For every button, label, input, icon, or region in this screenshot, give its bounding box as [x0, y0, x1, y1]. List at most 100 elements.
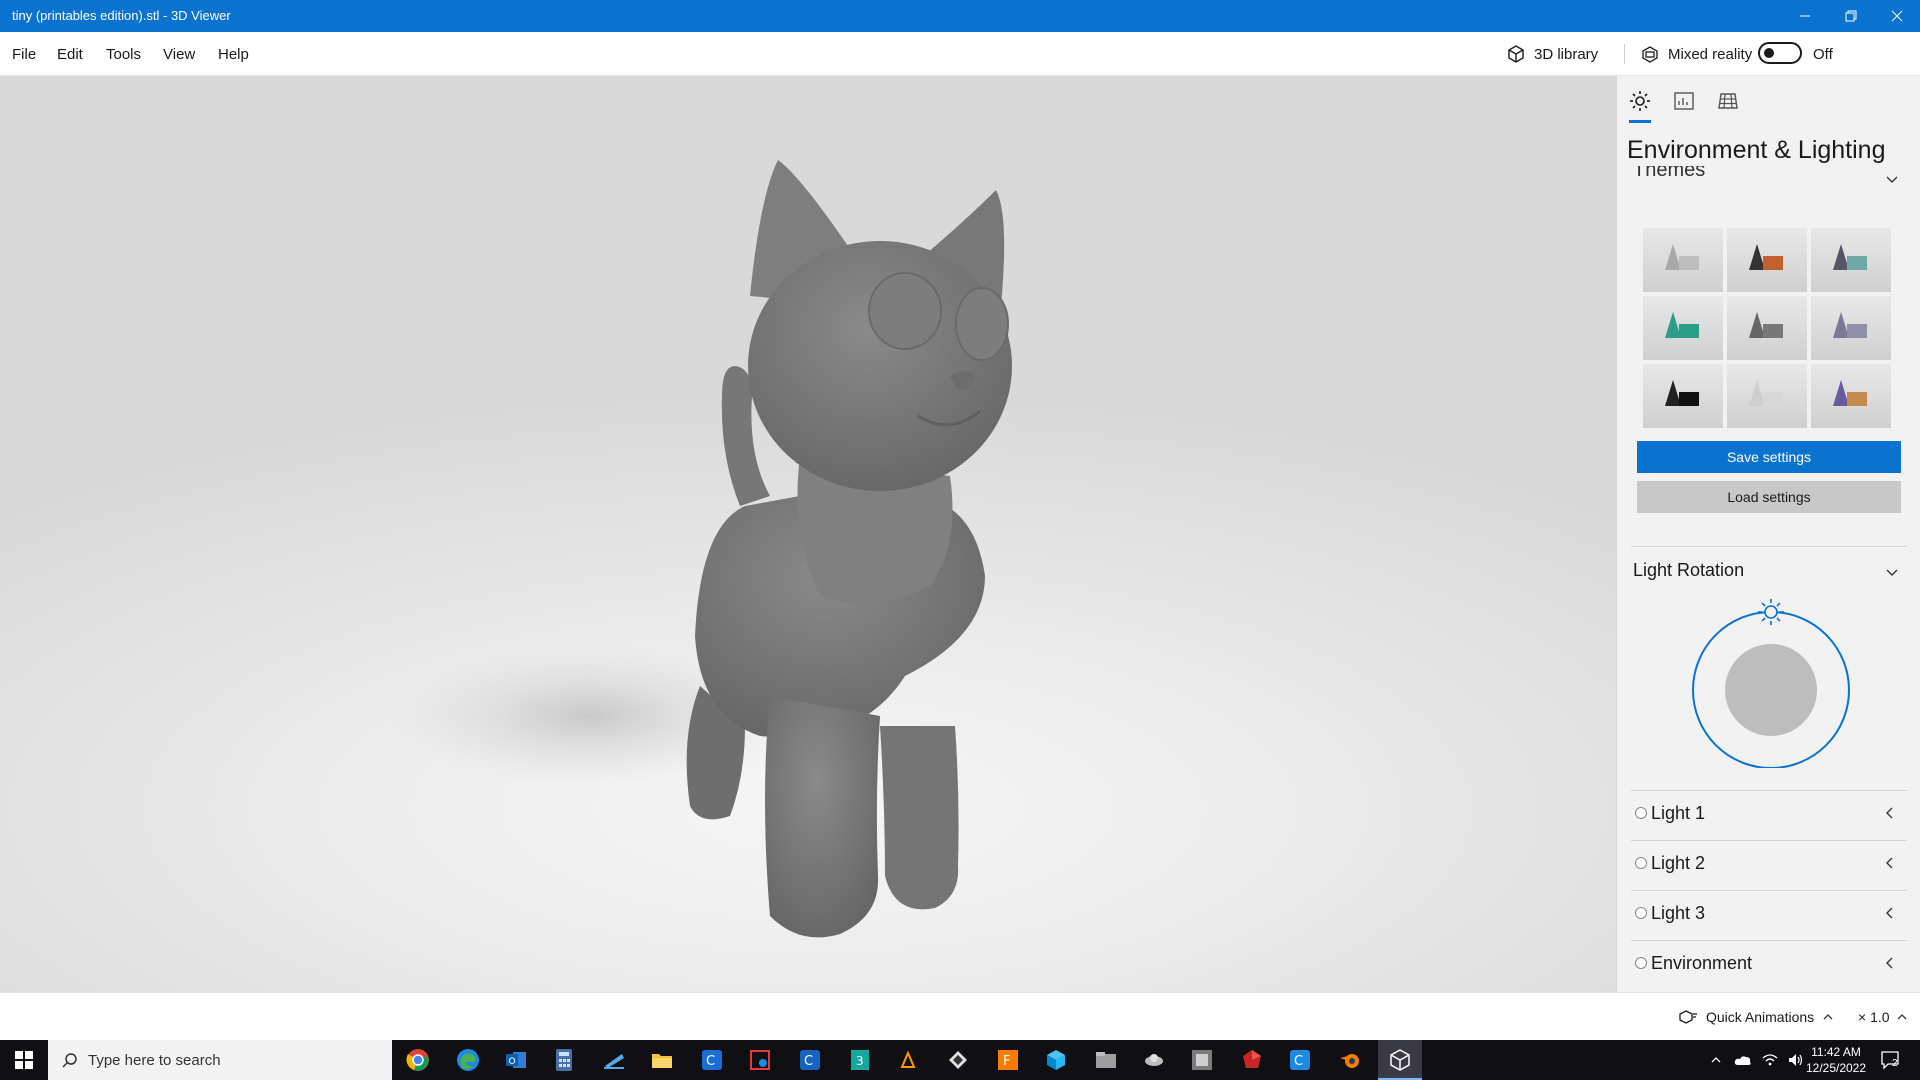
menu-tools[interactable]: Tools	[106, 46, 141, 63]
theme-option[interactable]	[1643, 364, 1723, 428]
mixed-reality-button[interactable]: Mixed reality	[1640, 42, 1752, 66]
light-1-label: Light 1	[1651, 803, 1706, 823]
cat-eye-left	[868, 272, 942, 350]
app-f-icon[interactable]: F	[994, 1046, 1022, 1074]
wifi-icon[interactable]	[1762, 1053, 1778, 1067]
3d-library-button[interactable]: 3D library	[1506, 42, 1598, 66]
light-1-radio[interactable]	[1635, 807, 1647, 819]
3d-library-label: 3D library	[1534, 45, 1599, 63]
onedrive-icon[interactable]	[1734, 1054, 1752, 1066]
minimize-button[interactable]	[1782, 0, 1828, 32]
themes-section-header[interactable]: Themes	[1633, 166, 1705, 180]
windows-logo-icon	[15, 1051, 33, 1069]
clock-time: 11:42 AM	[1811, 1045, 1861, 1059]
theme-option[interactable]	[1811, 364, 1891, 428]
app-diamond-icon[interactable]	[944, 1046, 972, 1074]
edge-icon[interactable]	[454, 1046, 482, 1074]
app-folder-icon[interactable]	[1092, 1046, 1120, 1074]
theme-preview-icon	[1833, 380, 1867, 406]
notification-center-button[interactable]: 2	[1880, 1040, 1902, 1080]
theme-option[interactable]	[1811, 228, 1891, 292]
theme-option[interactable]	[1811, 296, 1891, 360]
animation-icon	[1679, 1010, 1697, 1024]
minimize-icon	[1800, 15, 1810, 17]
menu-file[interactable]: File	[12, 46, 36, 63]
cat-model[interactable]	[0, 76, 1616, 992]
close-button[interactable]	[1874, 0, 1920, 32]
3d-viewport[interactable]	[0, 76, 1616, 992]
file-explorer-icon[interactable]	[648, 1046, 676, 1074]
calculator-icon[interactable]	[550, 1046, 578, 1074]
light-1-row[interactable]: Light 1	[1631, 792, 1907, 836]
theme-preview-icon	[1665, 244, 1699, 270]
theme-option[interactable]	[1727, 296, 1807, 360]
light-2-radio[interactable]	[1635, 857, 1647, 869]
light-3-radio[interactable]	[1635, 907, 1647, 919]
chevron-down-icon[interactable]	[1885, 565, 1899, 579]
tab-stats[interactable]	[1671, 88, 1697, 114]
3d-viewer-app-icon[interactable]	[1386, 1046, 1414, 1074]
light-3-row[interactable]: Light 3	[1631, 892, 1907, 936]
chevron-up-icon[interactable]	[1710, 1054, 1722, 1066]
tab-lighting[interactable]	[1627, 88, 1653, 114]
section-divider	[1631, 940, 1907, 941]
app-c-icon[interactable]: C	[698, 1046, 726, 1074]
app-c2-icon[interactable]: C	[796, 1046, 824, 1074]
light-2-row[interactable]: Light 2	[1631, 842, 1907, 886]
app-gem-icon[interactable]	[1238, 1046, 1266, 1074]
quick-animations-button[interactable]: Quick Animations	[1678, 1009, 1834, 1025]
cat-head	[748, 241, 1012, 491]
cat-front-leg-right	[880, 726, 959, 910]
theme-option[interactable]	[1643, 228, 1723, 292]
app-a-icon[interactable]	[894, 1046, 922, 1074]
menu-help[interactable]: Help	[218, 46, 249, 63]
menu-bar: File Edit Tools View Help 3D library Mix…	[0, 32, 1920, 76]
light-2-label: Light 2	[1651, 853, 1706, 873]
stats-icon	[1674, 92, 1694, 110]
svg-text:C: C	[706, 1054, 715, 1069]
app-c3-icon[interactable]: C	[1286, 1046, 1314, 1074]
theme-option[interactable]	[1727, 364, 1807, 428]
environment-label: Environment	[1651, 953, 1753, 973]
theme-preview-icon	[1749, 244, 1783, 270]
taskbar-search[interactable]: Type here to search	[48, 1040, 392, 1080]
restore-button[interactable]	[1828, 0, 1874, 32]
menu-view[interactable]: View	[163, 46, 195, 63]
desktop-icon[interactable]	[600, 1046, 628, 1074]
light-3-label: Light 3	[1651, 903, 1706, 923]
sun-handle-icon[interactable]	[1758, 599, 1784, 625]
load-settings-button[interactable]: Load settings	[1637, 481, 1901, 513]
title-bar: tiny (printables edition).stl - 3D Viewe…	[0, 0, 1920, 32]
search-icon	[62, 1053, 77, 1068]
toolbar-separator	[1624, 44, 1625, 64]
section-divider	[1631, 790, 1907, 791]
theme-option[interactable]	[1643, 296, 1723, 360]
app-cube-icon[interactable]	[1042, 1046, 1070, 1074]
environment-row[interactable]: Environment	[1631, 942, 1907, 986]
outlook-icon[interactable]: O	[502, 1046, 530, 1074]
app-fc-icon[interactable]	[746, 1046, 774, 1074]
chevron-up-icon	[1897, 1014, 1906, 1020]
toggle-knob	[1764, 48, 1774, 58]
animation-speed-button[interactable]: × 1.0	[1858, 1009, 1908, 1025]
chevron-down-icon[interactable]	[1885, 172, 1899, 186]
taskbar-clock[interactable]: 11:42 AM 12/25/2022	[1796, 1044, 1876, 1076]
panel-tabs	[1617, 76, 1920, 126]
light-rotation-dial[interactable]	[1689, 596, 1853, 768]
app-tool-icon[interactable]	[1188, 1046, 1216, 1074]
close-icon	[1891, 10, 1903, 22]
save-settings-button[interactable]: Save settings	[1637, 441, 1901, 473]
chevron-left-icon	[1886, 807, 1893, 819]
theme-option[interactable]	[1727, 228, 1807, 292]
chrome-icon[interactable]	[404, 1046, 432, 1074]
blender-icon[interactable]	[1336, 1046, 1364, 1074]
tab-grid[interactable]	[1715, 88, 1741, 114]
start-button[interactable]	[0, 1040, 48, 1080]
menu-edit[interactable]: Edit	[57, 46, 83, 63]
app-ufo-icon[interactable]	[1140, 1046, 1168, 1074]
environment-radio[interactable]	[1635, 957, 1647, 969]
mixed-reality-toggle[interactable]	[1758, 42, 1802, 64]
chevron-left-icon	[1886, 957, 1893, 969]
3d-builder-icon[interactable]: 3	[846, 1046, 874, 1074]
animation-speed-label: × 1.0	[1858, 1009, 1890, 1025]
